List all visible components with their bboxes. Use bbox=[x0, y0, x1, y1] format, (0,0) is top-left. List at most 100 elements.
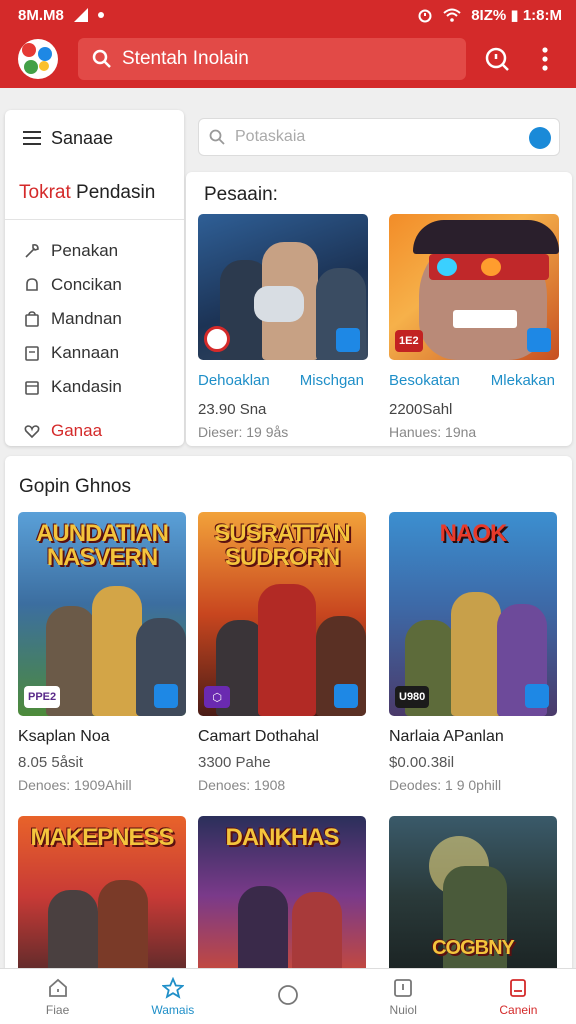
featured-section: Pesaain: Dehoaklan Mischgan 23.90 Sna Di… bbox=[186, 172, 572, 446]
game-art-title: SUSRATTAN SUDRORN bbox=[214, 520, 350, 571]
more-vertical-icon bbox=[542, 47, 548, 71]
sidebar-menu-toggle[interactable]: Sanaae bbox=[5, 110, 184, 166]
featured-tag: 1E2 bbox=[395, 330, 423, 352]
featured-name-primary[interactable]: Besokatan bbox=[389, 372, 460, 389]
featured-meta: Dieser: 19 9ås bbox=[198, 424, 289, 440]
edit-icon bbox=[154, 684, 178, 708]
sidebar-title-text: Pendasin bbox=[76, 181, 156, 203]
status-bar: 8M.M8 8ΙΖ% ▮ 1:8:M bbox=[0, 0, 576, 30]
home-icon bbox=[48, 978, 67, 997]
tool-icon bbox=[25, 244, 39, 258]
signal-icon bbox=[73, 8, 88, 22]
clipboard-icon bbox=[25, 346, 39, 361]
info-box-icon bbox=[394, 978, 413, 997]
menu-icon bbox=[23, 131, 41, 145]
bag-icon bbox=[25, 311, 39, 327]
popular-games-section: Gopin Ghnos AUNDATIAN NASVERN PPE2 Ksapl… bbox=[5, 456, 572, 976]
game-price: 3300 Pahe bbox=[198, 754, 271, 771]
bottom-navigation: Fiae Wamais Nuiol Canein bbox=[0, 968, 576, 1024]
game-card[interactable]: SUSRATTAN SUDRORN ⬡ Camart Dothahal 3300… bbox=[198, 512, 366, 793]
game-name[interactable]: Ksaplan Noa bbox=[18, 728, 186, 746]
nav-label: Fiae bbox=[45, 1002, 70, 1017]
sidebar-item-kandasin[interactable]: Kandasin bbox=[5, 370, 184, 404]
sidebar-title-accent: Tokrat bbox=[19, 181, 71, 203]
game-meta: Denoes: 1908 bbox=[198, 777, 286, 793]
game-card[interactable]: AUNDATIAN NASVERN PPE2 Ksaplan Noa 8.05 … bbox=[18, 512, 186, 793]
search-icon bbox=[92, 49, 111, 68]
game-art-title: MAKEPNESS bbox=[30, 824, 174, 851]
sidebar-item-kannaan[interactable]: Kannaan bbox=[5, 336, 184, 370]
game-badge-icon: ⬡ bbox=[204, 686, 230, 708]
game-tag: PPE2 bbox=[24, 686, 61, 708]
game-art-title: DANKHAS bbox=[225, 824, 340, 851]
notification-dot-icon bbox=[97, 12, 104, 18]
bell-icon bbox=[26, 278, 38, 291]
sidebar-item-label: Mandnan bbox=[51, 309, 122, 328]
nav-label: Wamais bbox=[151, 1002, 195, 1017]
game-card[interactable]: MAKEPNESS bbox=[18, 816, 186, 976]
featured-price: 2200Sahl bbox=[389, 401, 453, 418]
game-name[interactable]: Narlaia APanlan bbox=[389, 728, 557, 746]
featured-card[interactable]: Dehoaklan Mischgan 23.90 Sna Dieser: 19 … bbox=[198, 214, 368, 440]
circle-icon bbox=[278, 984, 298, 1005]
featured-name-primary[interactable]: Dehoaklan bbox=[198, 372, 270, 389]
sidebar-item-favorites[interactable]: Ganaa bbox=[5, 414, 184, 448]
nav-label: Nuiol bbox=[389, 1002, 417, 1017]
nav-cart[interactable]: Canein bbox=[461, 969, 576, 1024]
sidebar-item-concikan[interactable]: Concikan bbox=[5, 268, 184, 302]
game-card[interactable]: DANKHAS bbox=[198, 816, 366, 976]
cart-icon bbox=[510, 978, 527, 997]
game-art-title: COGBNY bbox=[432, 937, 515, 959]
game-thumbnail[interactable]: DANKHAS bbox=[198, 816, 366, 976]
featured-name-secondary[interactable]: Mischgan bbox=[300, 372, 364, 389]
game-thumbnail[interactable]: SUSRATTAN SUDRORN ⬡ bbox=[198, 512, 366, 716]
featured-meta: Hanues: 19na bbox=[389, 424, 477, 440]
game-thumbnail[interactable]: COGBNY bbox=[389, 816, 557, 976]
status-right-text: 8ΙΖ% ▮ 1:8:M bbox=[471, 7, 562, 24]
secondary-search-placeholder: Potaskaia bbox=[235, 128, 306, 145]
sidebar-menu-label: Sanaae bbox=[51, 127, 114, 148]
sidebar-item-label: Concikan bbox=[51, 275, 122, 294]
verified-icon[interactable] bbox=[529, 127, 551, 149]
nav-center[interactable] bbox=[230, 969, 345, 1024]
game-name[interactable]: Camart Dothahal bbox=[198, 728, 366, 746]
sidebar-item-mandnan[interactable]: Mandnan bbox=[5, 302, 184, 336]
secondary-search-input[interactable]: Potaskaia bbox=[198, 118, 560, 156]
game-thumbnail[interactable]: MAKEPNESS bbox=[18, 816, 186, 976]
game-meta: Deodes: 1 9 0phill bbox=[389, 777, 502, 793]
search-icon bbox=[209, 129, 225, 145]
featured-card[interactable]: 1E2 Besokatan Mlekakan 2200Sahl Hanues: … bbox=[389, 214, 559, 440]
sidebar-item-penakan[interactable]: Penakan bbox=[5, 234, 184, 268]
game-card[interactable]: NAOK U980 Narlaia APanlan $0.00.38il Deo… bbox=[389, 512, 557, 793]
nav-news[interactable]: Nuiol bbox=[346, 969, 461, 1024]
game-card[interactable]: COGBNY bbox=[389, 816, 557, 976]
featured-title: Pesaain: bbox=[204, 184, 278, 205]
game-thumbnail[interactable]: AUNDATIAN NASVERN PPE2 bbox=[18, 512, 186, 716]
nav-home[interactable]: Fiae bbox=[0, 969, 115, 1024]
game-tag: U980 bbox=[395, 686, 430, 708]
main-search-placeholder: Stentah Inolain bbox=[122, 48, 249, 69]
app-header: Stentah Inolain bbox=[0, 30, 576, 88]
star-icon bbox=[161, 976, 184, 999]
featured-name-secondary[interactable]: Mlekakan bbox=[491, 372, 555, 389]
category-sidebar: Sanaae Tokrat Pendasin Penakan Concikan … bbox=[5, 110, 184, 446]
game-thumbnail[interactable]: NAOK U980 bbox=[389, 512, 557, 716]
calendar-icon bbox=[25, 381, 39, 395]
main-search-bar[interactable]: Stentah Inolain bbox=[78, 38, 466, 80]
game-art-title: NAOK bbox=[439, 520, 508, 547]
alarm-icon bbox=[418, 9, 432, 23]
featured-thumbnail[interactable]: 1E2 bbox=[389, 214, 559, 360]
popular-title: Gopin Ghnos bbox=[19, 476, 131, 497]
more-options-button[interactable] bbox=[528, 42, 562, 76]
sidebar-item-label: Penakan bbox=[51, 241, 119, 260]
edit-icon bbox=[334, 684, 358, 708]
game-meta: Denoes: 1909Ahill bbox=[18, 777, 132, 793]
nav-label: Canein bbox=[499, 1002, 538, 1017]
heart-icon bbox=[24, 425, 40, 439]
status-left-text: 8M.M8 bbox=[18, 6, 64, 24]
app-logo[interactable] bbox=[18, 39, 58, 79]
search-button[interactable] bbox=[480, 42, 514, 76]
featured-thumbnail[interactable] bbox=[198, 214, 368, 360]
edit-icon bbox=[525, 684, 549, 708]
nav-favorites[interactable]: Wamais bbox=[115, 969, 230, 1024]
